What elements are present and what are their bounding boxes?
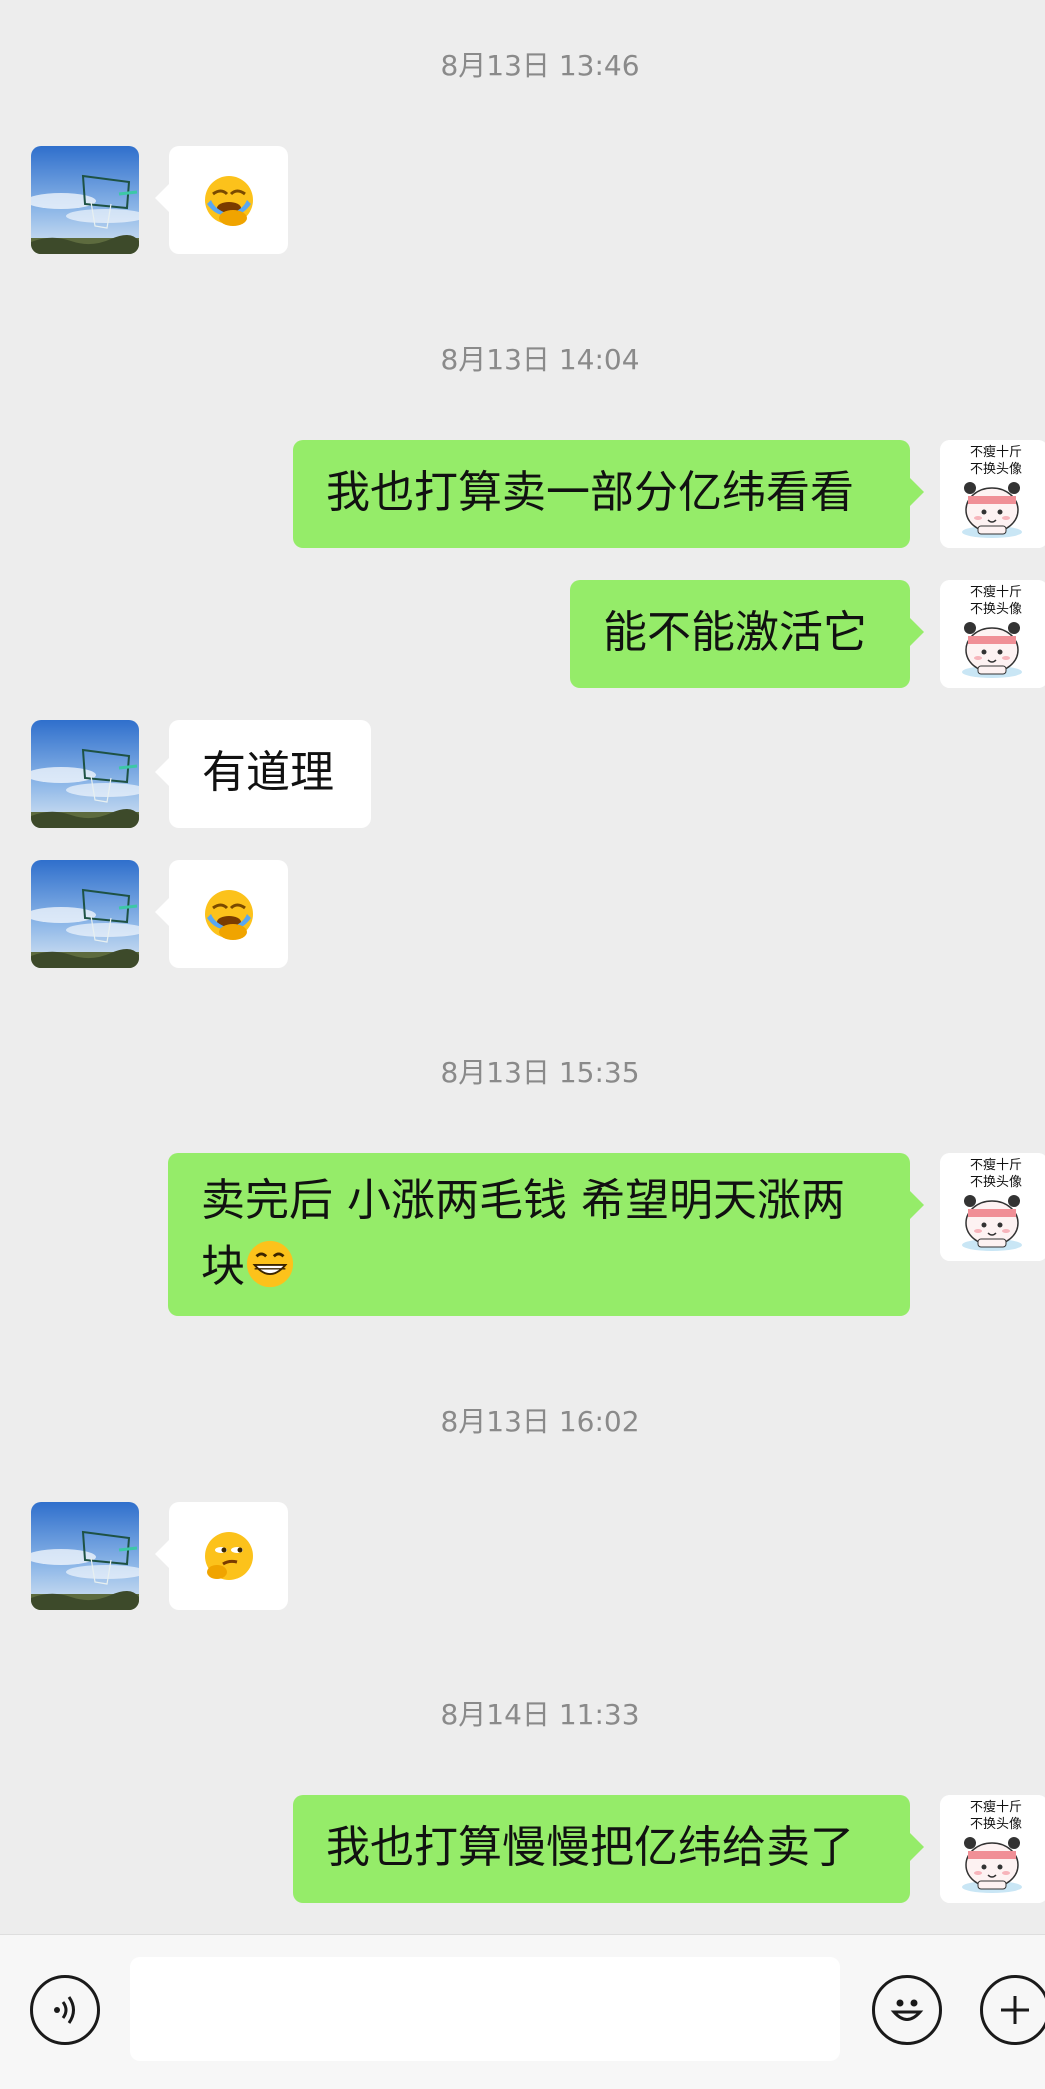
facepalm-laugh-icon: [203, 888, 254, 940]
message-bubble-sent[interactable]: 我也打算卖一部分亿纬看看: [293, 440, 924, 548]
message-bubble-received[interactable]: [155, 146, 288, 254]
smiley-icon: [890, 1999, 924, 2021]
timestamp: 8月13日 16:02: [440, 1405, 640, 1438]
my-avatar[interactable]: 不瘦十斤 不换头像: [940, 1153, 1045, 1261]
my-avatar[interactable]: 不瘦十斤 不换头像: [940, 580, 1045, 688]
input-bar: [0, 1934, 1045, 2089]
facepalm-laugh-icon: [203, 174, 254, 226]
message-text: 我也打算慢慢把亿纬给卖了: [326, 1822, 854, 1873]
message-bubble-received[interactable]: 有道理: [155, 720, 371, 828]
message-bubble-received[interactable]: [155, 860, 288, 968]
message-text: 有道理: [202, 747, 334, 798]
message-input[interactable]: [130, 1957, 840, 2061]
message-text: 我也打算卖一部分亿纬看看: [326, 467, 854, 518]
contact-avatar[interactable]: [31, 860, 139, 968]
smirk-icon: [203, 1530, 254, 1582]
avatar-caption: 不瘦十斤 不换头像: [970, 585, 1023, 617]
contact-avatar[interactable]: [31, 720, 139, 828]
message-bubble-sent[interactable]: 我也打算慢慢把亿纬给卖了: [293, 1795, 924, 1903]
my-avatar[interactable]: 不瘦十斤 不换头像: [940, 1795, 1045, 1903]
grin-icon: [245, 1239, 295, 1289]
contact-avatar[interactable]: [31, 1502, 139, 1610]
emoji-button[interactable]: [872, 1975, 942, 2045]
my-avatar[interactable]: 不瘦十斤 不换头像: [940, 440, 1045, 548]
message-text: 卖完后 小涨两毛钱 希望明天涨两块: [201, 1175, 845, 1292]
contact-avatar[interactable]: [31, 146, 139, 254]
timestamp: 8月13日 14:04: [440, 343, 640, 376]
voice-input-button[interactable]: [30, 1975, 100, 2045]
avatar-caption: 不瘦十斤 不换头像: [970, 1158, 1023, 1190]
more-button[interactable]: [980, 1975, 1045, 2045]
message-bubble-sent[interactable]: 卖完后 小涨两毛钱 希望明天涨两块: [168, 1153, 924, 1316]
avatar-caption: 不瘦十斤 不换头像: [970, 445, 1023, 477]
message-bubble-received[interactable]: [155, 1502, 288, 1610]
timestamp: 8月13日 13:46: [440, 49, 640, 82]
avatar-caption: 不瘦十斤 不换头像: [970, 1800, 1023, 1832]
message-bubble-sent[interactable]: 能不能激活它: [570, 580, 924, 688]
timestamp: 8月13日 15:35: [440, 1056, 640, 1089]
timestamp: 8月14日 11:33: [440, 1698, 640, 1731]
plus-icon: [1001, 1996, 1029, 2024]
voice-icon: [54, 1996, 75, 2024]
message-text: 能不能激活它: [603, 607, 867, 658]
